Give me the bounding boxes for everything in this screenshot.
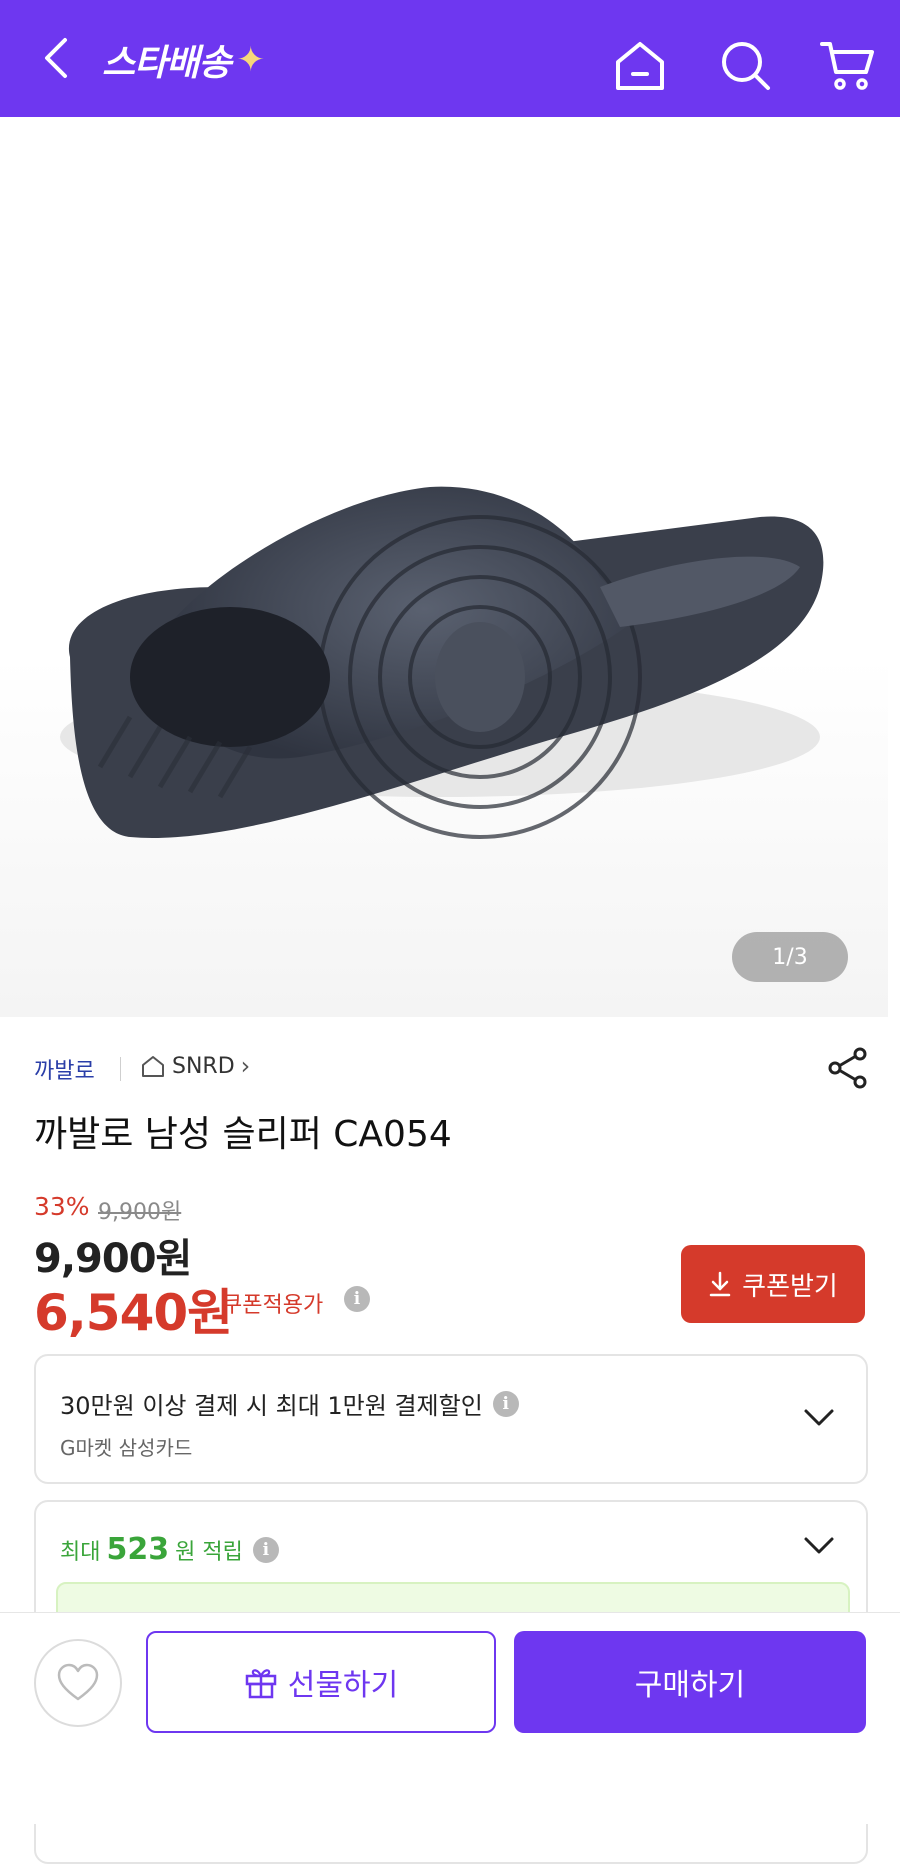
- store-home-icon: [142, 1056, 164, 1077]
- brand-logo: 스타배송 ✦: [102, 36, 265, 84]
- info-icon[interactable]: i: [492, 1390, 519, 1417]
- back-button[interactable]: [28, 30, 84, 86]
- cart-button[interactable]: [816, 38, 880, 94]
- gift-button[interactable]: 선물하기: [146, 1631, 496, 1733]
- share-icon: [828, 1047, 867, 1089]
- brand-star-icon: ✦: [236, 40, 264, 80]
- coupon-price: 6,540원: [34, 1284, 233, 1342]
- brand-text: 스타배송: [102, 43, 231, 84]
- home-button[interactable]: [610, 38, 670, 94]
- coupon-price-label: 쿠폰적용가: [222, 1293, 324, 1318]
- coupon-download-button[interactable]: 쿠폰받기: [681, 1245, 865, 1323]
- search-icon: [722, 42, 770, 90]
- product-image-slipper: [60, 486, 824, 839]
- store-link[interactable]: SNRD ›: [140, 1052, 250, 1080]
- card-offer-subtitle: G마켓 삼성카드: [60, 1436, 193, 1460]
- points-prefix: 최대: [60, 1540, 101, 1565]
- points-row: 최대 523 원 적립 i: [60, 1532, 279, 1567]
- buy-button-label: 구매하기: [634, 1668, 746, 1703]
- top-app-bar: 스타배송 ✦: [0, 0, 900, 117]
- image-counter: 1/3: [732, 932, 848, 982]
- home-icon: [616, 42, 664, 90]
- info-icon[interactable]: i: [344, 1286, 370, 1312]
- wishlist-button[interactable]: [34, 1639, 122, 1727]
- divider: [120, 1057, 121, 1081]
- original-price: 9,900원: [98, 1200, 182, 1225]
- points-amount: 523: [106, 1532, 170, 1567]
- cart-icon: [820, 42, 874, 90]
- discount-rate: 33%: [34, 1192, 90, 1221]
- download-icon: [709, 1271, 731, 1297]
- product-image-gallery[interactable]: 1/3: [0, 117, 888, 1017]
- card-offer-row: 30만원 이상 결제 시 최대 1만원 결제할인 i: [60, 1386, 519, 1421]
- product-title: 까발로 남성 슬리퍼 CA054: [34, 1114, 452, 1155]
- chevron-down-icon[interactable]: [802, 1528, 836, 1562]
- gift-icon: [245, 1669, 277, 1699]
- info-icon[interactable]: i: [252, 1536, 279, 1563]
- chevron-down-icon[interactable]: [802, 1400, 836, 1434]
- search-button[interactable]: [716, 38, 776, 94]
- share-button[interactable]: [826, 1046, 870, 1090]
- heart-icon: [57, 1663, 99, 1701]
- gift-button-label: 선물하기: [287, 1668, 399, 1703]
- points-suffix: 원 적립: [175, 1540, 243, 1565]
- store-chevron-icon: ›: [240, 1052, 251, 1080]
- coupon-button-label: 쿠폰받기: [742, 1271, 838, 1302]
- store-name: SNRD: [172, 1053, 235, 1079]
- buy-button[interactable]: 구매하기: [514, 1631, 866, 1733]
- card-discount-panel[interactable]: 30만원 이상 결제 시 최대 1만원 결제할인 i G마켓 삼성카드: [34, 1354, 868, 1484]
- back-arrow-icon: [45, 38, 67, 78]
- bottom-action-bar: 선물하기 구매하기: [0, 1612, 900, 1824]
- brand-link[interactable]: 까발로: [34, 1053, 95, 1085]
- card-offer-title: 30만원 이상 결제 시 최대 1만원 결제할인: [60, 1392, 483, 1420]
